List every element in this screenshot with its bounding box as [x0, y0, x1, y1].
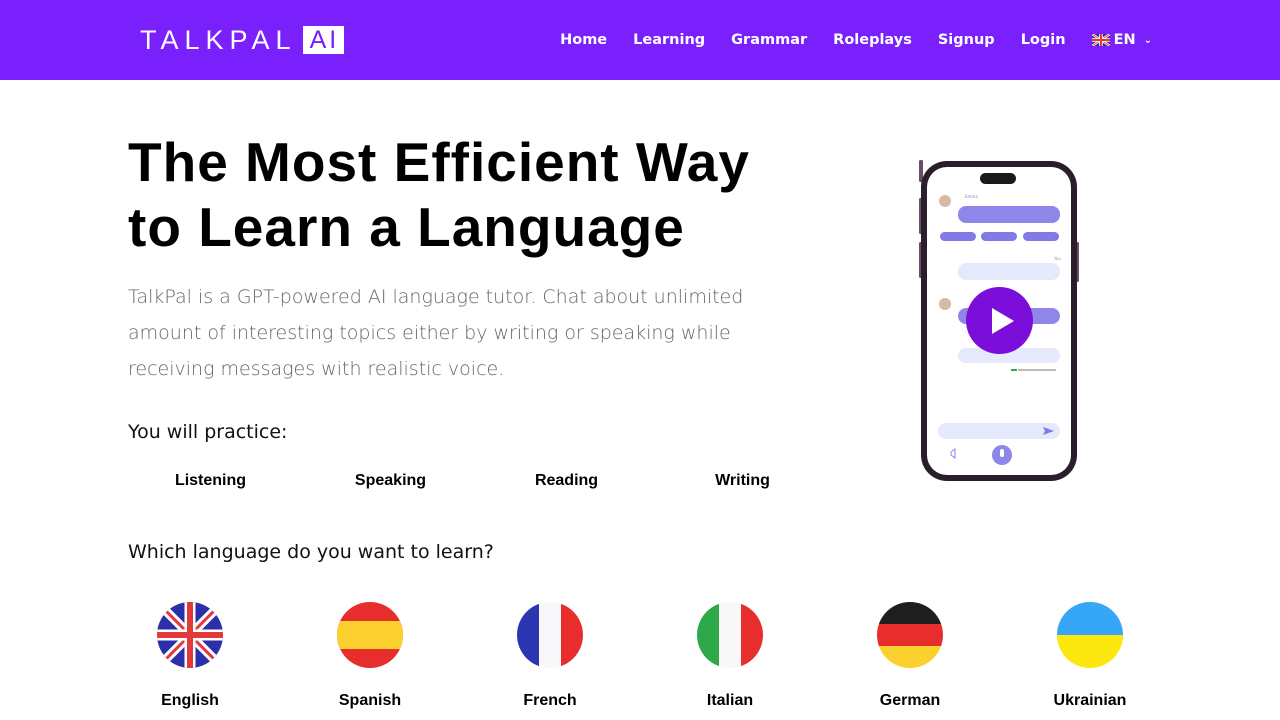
hero-title: The Most Efficient Way to Learn a Langua… [128, 130, 808, 260]
feedback-label [1011, 369, 1017, 371]
language-german[interactable]: German [820, 602, 1000, 710]
nav-signup[interactable]: Signup [938, 32, 995, 48]
practice-reading: Reading [534, 472, 599, 489]
language-label: EN [1113, 32, 1136, 48]
practice-listening: Listening [174, 472, 247, 489]
avatar [939, 195, 951, 207]
chat-bubble [958, 206, 1060, 223]
you-label: You [1053, 256, 1061, 261]
nav-login[interactable]: Login [1021, 32, 1066, 48]
italy-flag-icon [697, 602, 763, 668]
chevron-down-icon: ⌄ [1143, 34, 1152, 46]
logo-text: TALKPAL [140, 24, 297, 55]
chip [940, 232, 976, 241]
france-flag-icon [517, 602, 583, 668]
talkpal-logo[interactable]: TALKPAL AI [140, 24, 345, 55]
hero-title-line2: to Learn a Language [128, 196, 685, 258]
language-label: Ukrainian [1053, 692, 1127, 709]
practice-title: You will practice: [128, 421, 288, 443]
phone-notch [980, 173, 1016, 184]
hero-title-line1: The Most Efficient Way [128, 131, 750, 193]
nav-roleplays[interactable]: Roleplays [833, 32, 912, 48]
chip [981, 232, 1017, 241]
play-video-button[interactable] [966, 287, 1033, 354]
language-label: English [161, 692, 219, 709]
language-selector[interactable]: EN ⌄ [1091, 32, 1152, 48]
practice-speaking: Speaking [354, 472, 427, 489]
nav-learning[interactable]: Learning [633, 32, 705, 48]
language-spanish[interactable]: Spanish [280, 602, 460, 710]
ukraine-flag-icon [1057, 602, 1123, 668]
language-label: Italian [706, 692, 754, 709]
contact-name: Emma [965, 194, 978, 199]
main-nav: Home Learning Grammar Roleplays Signup L… [534, 0, 1152, 80]
avatar [939, 298, 951, 310]
germany-flag-icon [877, 602, 943, 668]
language-label: Spanish [338, 692, 402, 709]
language-french[interactable]: French [460, 602, 640, 710]
microphone-icon [1000, 449, 1004, 457]
uk-flag-icon [157, 602, 223, 668]
play-icon [991, 307, 1014, 334]
language-label: German [879, 692, 941, 709]
logo-badge: AI [302, 26, 345, 54]
language-ukrainian[interactable]: Ukrainian [1000, 602, 1180, 710]
practice-writing: Writing [715, 472, 770, 489]
language-english[interactable]: English [100, 602, 280, 710]
language-label: French [523, 692, 577, 709]
spain-flag-icon [337, 602, 403, 668]
message-input [938, 423, 1060, 439]
language-italian[interactable]: Italian [640, 602, 820, 710]
chip [1023, 232, 1059, 241]
feedback-text [1018, 369, 1056, 371]
nav-grammar[interactable]: Grammar [731, 32, 807, 48]
hero-description: TalkPal is a GPT-powered AI language tut… [128, 286, 744, 380]
chat-bubble [958, 263, 1060, 280]
language-section-title: Which language do you want to learn? [128, 541, 494, 563]
site-header: TALKPAL AI Home Learning Grammar Rolepla… [0, 0, 1280, 80]
nav-home[interactable]: Home [560, 32, 607, 48]
practice-list: Listening Speaking Reading Writing [128, 472, 848, 494]
uk-flag-icon [1091, 34, 1110, 46]
